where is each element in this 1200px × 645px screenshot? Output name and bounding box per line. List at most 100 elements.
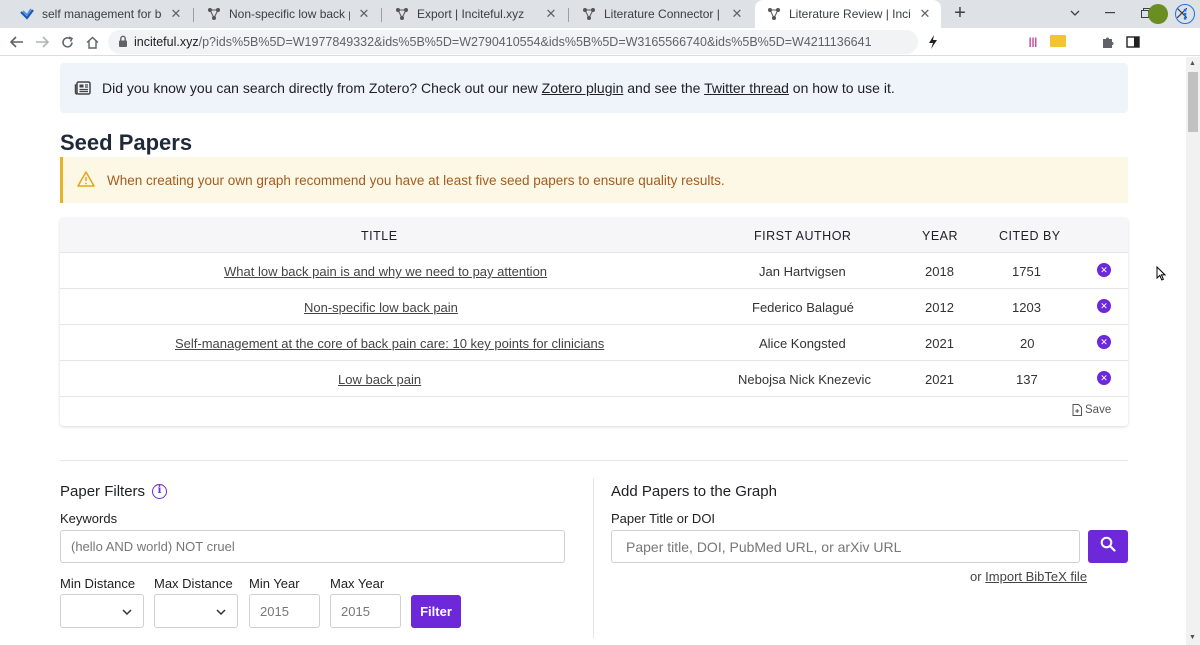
- scroll-up-arrow-icon[interactable]: ▲: [1189, 60, 1196, 67]
- cited-by-cell: 1203: [1012, 300, 1041, 315]
- import-bibtex-link[interactable]: Import BibTeX file: [985, 569, 1087, 584]
- seed-warning-alert: When creating your own graph recommend y…: [60, 157, 1128, 203]
- keywords-input[interactable]: [60, 530, 565, 563]
- min-distance-select[interactable]: [60, 594, 144, 628]
- ext-text: G: [1004, 37, 1012, 47]
- info-icon[interactable]: i: [152, 484, 168, 499]
- first-author-cell: Nebojsa Nick Knezevic: [738, 372, 871, 387]
- search-button[interactable]: [1088, 530, 1128, 563]
- scrollbar-thumb[interactable]: [1188, 72, 1198, 132]
- tab-label: Literature Connector | Inciteful.xy: [604, 7, 723, 21]
- seed-papers-heading: Seed Papers: [60, 130, 193, 155]
- library-icon[interactable]: |||: [1025, 34, 1041, 50]
- folder-icon[interactable]: [1050, 35, 1066, 47]
- tab-semantic-scholar[interactable]: self management for back pain - ✕: [8, 0, 192, 28]
- tab-literature-review[interactable]: Literature Review | Inciteful.xyz ✕: [755, 0, 941, 28]
- home-icon[interactable]: [81, 31, 103, 53]
- paper-title-link[interactable]: Low back pain: [338, 372, 421, 387]
- scroll-down-arrow-icon[interactable]: ▼: [1189, 634, 1196, 641]
- browser-menu-icon[interactable]: ⋮: [1175, 4, 1195, 24]
- close-icon[interactable]: ✕: [917, 6, 933, 22]
- warning-triangle-icon: [77, 171, 95, 189]
- mouse-cursor-icon: [1156, 265, 1167, 286]
- save-button[interactable]: Save: [1072, 404, 1111, 416]
- tab-label: self management for back pain -: [42, 7, 162, 21]
- zotero-info-banner: Did you know you can search directly fro…: [60, 63, 1128, 113]
- save-label: Save: [1085, 404, 1112, 416]
- paper-search-input[interactable]: [611, 530, 1080, 563]
- twitter-thread-link[interactable]: Twitter thread: [704, 80, 789, 96]
- tab-export[interactable]: Export | Inciteful.xyz ✕: [383, 0, 567, 28]
- first-author-cell: Jan Hartvigsen: [759, 264, 846, 279]
- keywords-label: Keywords: [60, 511, 118, 526]
- min-distance-label: Min Distance: [60, 576, 136, 591]
- chevron-down-icon: [121, 605, 133, 617]
- cited-by-cell: 137: [1016, 372, 1038, 387]
- extensions-puzzle-icon[interactable]: [1100, 34, 1116, 50]
- first-author-cell: Federico Balagué: [752, 300, 854, 315]
- zotero-plugin-link[interactable]: Zotero plugin: [542, 80, 624, 96]
- year-cell: 2018: [925, 264, 954, 279]
- search-icon: [1100, 536, 1116, 557]
- paper-title-link[interactable]: Non-specific low back pain: [304, 300, 458, 315]
- min-year-input[interactable]: [249, 594, 320, 628]
- pdf-icon[interactable]: A: [1075, 34, 1091, 50]
- tab-search-icon[interactable]: [1063, 2, 1087, 24]
- table-row: Low back pain Nebojsa Nick Knezevic 2021…: [60, 361, 1128, 397]
- adblock-icon[interactable]: ABP: [975, 34, 991, 50]
- banner-text-before: Did you know you can search directly fro…: [102, 80, 542, 96]
- table-row: Self-management at the core of back pain…: [60, 325, 1128, 361]
- new-tab-button[interactable]: +: [950, 3, 970, 24]
- paper-title-doi-label: Paper Title or DOI: [611, 511, 716, 526]
- min-year-label: Min Year: [249, 576, 300, 591]
- paper-title-link[interactable]: What low back pain is and why we need to…: [224, 264, 547, 279]
- remove-paper-icon[interactable]: ✕: [1097, 371, 1111, 385]
- minimize-icon[interactable]: [1098, 2, 1122, 24]
- import-bibtex: or Import BibTeX file: [970, 569, 1087, 584]
- tab-separator: [381, 8, 382, 22]
- remove-paper-icon[interactable]: ✕: [1097, 263, 1111, 277]
- max-distance-select[interactable]: [154, 594, 238, 628]
- column-divider: [593, 478, 594, 638]
- banner-text-after: on how to use it.: [788, 80, 895, 96]
- profile-avatar[interactable]: [1148, 4, 1168, 24]
- paper-title-link[interactable]: Self-management at the core of back pain…: [175, 336, 604, 351]
- table-row: Non-specific low back pain Federico Bala…: [60, 289, 1128, 325]
- max-distance-label: Max Distance: [154, 576, 233, 591]
- year-cell: 2021: [925, 336, 954, 351]
- remove-paper-icon[interactable]: ✕: [1097, 335, 1111, 349]
- browser-toolbar: inciteful.xyz/p?ids%5B%5D=W1977849332&id…: [0, 28, 1200, 77]
- back-arrow-icon[interactable]: [6, 31, 28, 53]
- side-panel-icon[interactable]: [1125, 34, 1141, 50]
- seed-papers-table: TITLE FIRST AUTHOR YEAR CITED BY What lo…: [60, 218, 1128, 426]
- lightning-extension-icon[interactable]: [925, 34, 941, 50]
- forward-arrow-icon[interactable]: [31, 31, 53, 53]
- tab-non-specific[interactable]: Non-specific low back pain | Incit ✕: [195, 0, 380, 28]
- inciteful-icon: [582, 7, 596, 21]
- close-icon[interactable]: ✕: [168, 6, 184, 22]
- remove-paper-icon[interactable]: ✕: [1097, 299, 1111, 313]
- column-header-first-author[interactable]: FIRST AUTHOR: [754, 229, 851, 243]
- extension-blue-icon[interactable]: G: [1000, 34, 1016, 50]
- newspaper-icon: [74, 79, 92, 97]
- opera-icon[interactable]: O: [950, 34, 966, 50]
- address-bar[interactable]: inciteful.xyz/p?ids%5B%5D=W1977849332&id…: [108, 30, 918, 54]
- close-icon[interactable]: ✕: [729, 6, 745, 22]
- year-cell: 2021: [925, 372, 954, 387]
- column-header-title[interactable]: TITLE: [361, 229, 398, 243]
- banner-text: Did you know you can search directly fro…: [102, 80, 895, 96]
- column-header-cited-by[interactable]: CITED BY: [999, 229, 1061, 243]
- ext-text: A: [1080, 37, 1086, 47]
- tab-literature-connector[interactable]: Literature Connector | Inciteful.xy ✕: [570, 0, 753, 28]
- column-header-year[interactable]: YEAR: [922, 229, 958, 243]
- reload-icon[interactable]: [56, 31, 78, 53]
- year-cell: 2012: [925, 300, 954, 315]
- close-icon[interactable]: ✕: [356, 6, 372, 22]
- close-icon[interactable]: ✕: [543, 6, 559, 22]
- page-scrollbar[interactable]: [1186, 57, 1200, 645]
- filter-button[interactable]: Filter: [411, 595, 461, 628]
- warning-text: When creating your own graph recommend y…: [107, 172, 725, 188]
- tab-label: Literature Review | Inciteful.xyz: [789, 7, 911, 21]
- max-year-input[interactable]: [330, 594, 401, 628]
- ext-text: ABP: [976, 39, 990, 45]
